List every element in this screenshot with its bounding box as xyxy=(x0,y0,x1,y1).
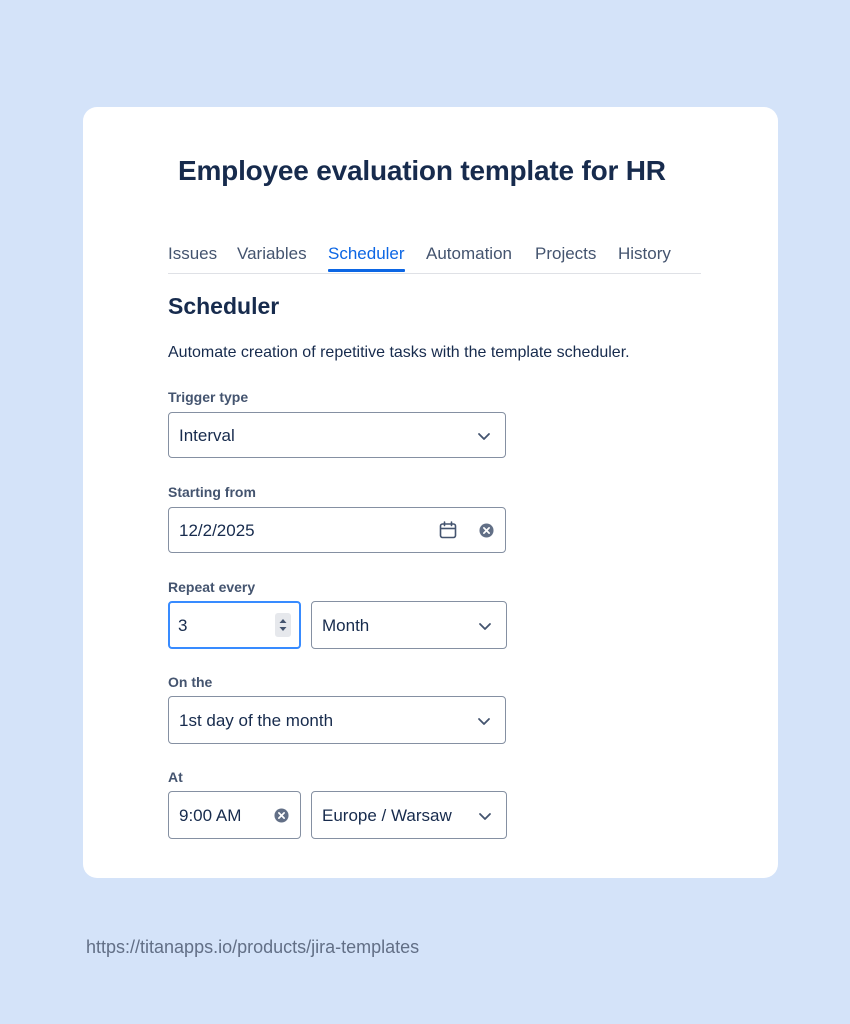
tab-variables[interactable]: Variables xyxy=(237,243,307,271)
trigger-type-select[interactable]: Interval xyxy=(168,412,506,458)
stepper-icon[interactable] xyxy=(275,613,291,637)
trigger-type-value: Interval xyxy=(179,426,235,445)
day-of-month-select[interactable]: 1st day of the month xyxy=(168,696,506,744)
timezone-value: Europe / Warsaw xyxy=(322,806,452,825)
timezone-select[interactable]: Europe / Warsaw xyxy=(311,791,507,839)
tab-projects[interactable]: Projects xyxy=(535,243,596,271)
time-input[interactable]: 9:00 AM xyxy=(168,791,301,839)
tab-bar: Issues Variables Scheduler Automation Pr… xyxy=(168,243,701,274)
on-the-label: On the xyxy=(168,674,213,690)
page-title: Employee evaluation template for HR xyxy=(178,155,666,186)
section-description: Automate creation of repetitive tasks wi… xyxy=(168,344,630,361)
repeat-unit-value: Month xyxy=(322,616,370,635)
chevron-down-icon xyxy=(478,433,490,440)
at-label: At xyxy=(168,769,183,785)
chevron-down-icon xyxy=(478,718,490,725)
tab-automation[interactable]: Automation xyxy=(426,243,512,271)
chevron-down-icon xyxy=(479,623,491,630)
repeat-unit-select[interactable]: Month xyxy=(311,601,507,649)
start-date-input[interactable]: 12/2/2025 xyxy=(168,507,506,553)
chevron-down-icon xyxy=(479,813,491,820)
start-date-value: 12/2/2025 xyxy=(179,521,255,540)
repeat-every-label: Repeat every xyxy=(168,579,256,595)
clear-icon[interactable] xyxy=(274,808,289,823)
template-card: Employee evaluation template for HR Issu… xyxy=(83,107,778,878)
tab-history[interactable]: History xyxy=(618,243,671,271)
section-title: Scheduler xyxy=(168,293,280,319)
tab-scheduler[interactable]: Scheduler xyxy=(328,243,405,272)
starting-from-label: Starting from xyxy=(168,484,256,500)
repeat-interval-value: 3 xyxy=(178,616,188,635)
clear-icon[interactable] xyxy=(479,523,494,538)
time-value: 9:00 AM xyxy=(179,806,242,825)
day-of-month-value: 1st day of the month xyxy=(179,711,334,730)
calendar-icon[interactable] xyxy=(439,521,457,539)
tab-issues[interactable]: Issues xyxy=(168,243,217,271)
source-url: https://titanapps.io/products/jira-templ… xyxy=(86,937,420,957)
trigger-type-label: Trigger type xyxy=(168,389,249,405)
repeat-interval-input[interactable]: 3 xyxy=(168,601,301,649)
